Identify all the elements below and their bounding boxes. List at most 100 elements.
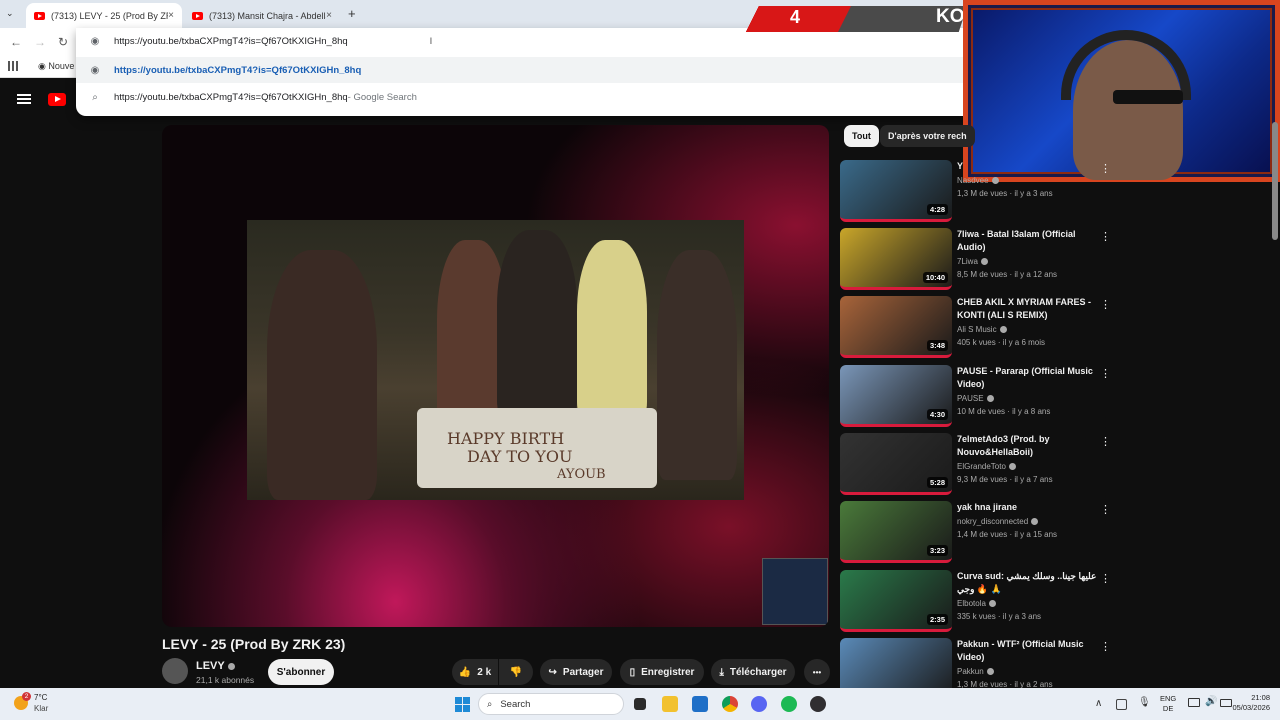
discord-icon[interactable] [751,696,767,712]
youtube-logo-icon[interactable] [48,93,66,106]
channel-avatar[interactable] [162,658,188,684]
suggestion-search[interactable]: ⌕ https://youtu.be/txbaCXPmgT4?is=Qf67Ot… [76,84,976,110]
recommendation-item[interactable]: 3:23 yak hna jirane nokry_disconnected 1,4 … [840,501,1111,563]
channel-name[interactable]: ElGrandeToto [957,462,1016,471]
recommendation-item[interactable]: 3:48 CHEB AKIL X MYRIAM FARES - KONTI (AL… [840,296,1111,358]
recommendation-item[interactable]: 4:28 Y Nasdvee 1,3 M de vues · il y a 3 ans… [840,160,1111,222]
scrollbar-thumb[interactable] [1272,122,1278,240]
forward-icon[interactable]: → [34,35,46,49]
apps-icon[interactable] [8,61,18,71]
channel-name[interactable]: Ali S Music [957,325,1007,334]
video-thumbnail[interactable]: 10:40 [840,228,952,290]
more-options-icon[interactable]: ⋮ [1100,572,1111,585]
video-title[interactable]: Y [957,160,1097,173]
close-tab-icon[interactable]: × [326,10,332,21]
share-button[interactable]: ↪ Partager [540,659,612,685]
channel-name[interactable]: nokry_disconnected [957,517,1039,526]
download-button[interactable]: ⤓ Télécharger [711,659,795,685]
clock[interactable]: 21:08 05/03/2026 [1226,693,1270,713]
recommendation-item[interactable]: 5:28 7elmetAdo3 (Prod. by Nouvo&HellaBoii… [840,433,1111,495]
chevron-up-icon[interactable]: ∧ [1095,698,1102,709]
microphone-icon[interactable]: 🎙 [1138,697,1151,708]
file-explorer-icon[interactable] [662,696,678,712]
verified-icon [988,600,996,608]
language-indicator[interactable]: ENG DE [1160,694,1176,714]
recommendation-item[interactable]: 10:40 7liwa - Batal l3alam (Official Audi… [840,228,1111,290]
video-thumbnail[interactable]: 3:23 [840,501,952,563]
chip-all[interactable]: Tout [844,125,879,147]
channel-watermark[interactable] [762,558,828,625]
taskbar-search[interactable]: ⌕ Search [478,693,624,715]
more-options-icon[interactable]: ⋮ [1100,435,1111,448]
network-icon[interactable] [1188,698,1200,707]
omnibox-input[interactable]: https://youtu.be/txbaCXPmgT4?is=Qf67OtKX… [114,36,348,47]
channel-name[interactable]: Elbotola [957,599,996,608]
subscribe-button[interactable]: S'abonner [268,659,334,685]
video-title[interactable]: 7liwa - Batal l3alam (Official Audio) [957,228,1097,254]
more-options-icon[interactable]: ⋮ [1100,162,1111,175]
store-icon[interactable] [692,696,708,712]
bookmark-item[interactable]: ◉ Nouve [38,61,74,72]
video-thumbnail[interactable]: 5:28 [840,433,952,495]
channel-name[interactable]: PAUSE [957,394,994,403]
video-duration: 3:48 [926,340,948,351]
video-thumbnail[interactable]: 2:35 [840,570,952,632]
task-view-icon[interactable] [634,698,646,710]
bookmark-icon: ▯ [629,666,636,678]
search-label: Search [500,698,531,710]
verified-icon [986,395,994,403]
chrome-icon[interactable] [722,696,738,712]
more-options-icon[interactable]: ⋮ [1100,298,1111,311]
tab-levy[interactable]: (7313) LEVY - 25 (Prod By ZRK 23) × [26,3,182,28]
tab-mansit-chajra[interactable]: (7313) Mansit Chajra - Abdellatif × [184,3,340,28]
volume-icon[interactable]: 🔊 [1205,696,1217,707]
tab-title: (7313) Mansit Chajra - Abdellatif [209,10,327,21]
suggestion-url[interactable]: ◉ https://youtu.be/txbaCXPmgT4?is=Qf67Ot… [76,57,976,83]
menu-icon[interactable] [17,94,31,104]
video-thumbnail[interactable]: 4:30 [840,365,952,427]
video-title[interactable]: Curva sud: عليها جينا.. وسلك يمشي 🔥 وجي … [957,570,1097,596]
spotify-icon[interactable] [781,696,797,712]
dislike-button[interactable]: 👎 [499,659,533,685]
video-title[interactable]: yak hna jirane [957,501,1097,514]
recommendation-item[interactable]: 4:30 PAUSE - Pararap (Official Music Vide… [840,365,1111,427]
suggestion-text: https://youtu.be/txbaCXPmgT4?is=Qf67OtKX… [114,91,348,103]
channel-name[interactable]: LEVY [196,660,235,672]
more-options-icon[interactable]: ⋮ [1100,230,1111,243]
tray-app-icon[interactable] [1116,699,1127,710]
video-thumbnail[interactable]: 4:28 [840,160,952,222]
weather-widget[interactable]: 2 7°C Klar [14,692,74,716]
channel-name[interactable]: Nasdvee [957,176,999,185]
video-title[interactable]: Pakkun - WTF² (Official Music Video) [957,638,1097,664]
more-actions-button[interactable]: ••• [804,659,830,685]
channel-name-text: ElGrandeToto [957,462,1006,471]
recommendation-item[interactable]: 2:35 Curva sud: عليها جينا.. وسلك يمشي 🔥 … [840,570,1111,632]
tab-search-button[interactable]: ⌄ [6,8,14,19]
clock-date: 05/03/2026 [1232,703,1270,712]
channel-name-text: Elbotola [957,599,986,608]
windows-start-icon[interactable] [455,697,470,712]
verified-icon [999,326,1007,334]
video-player[interactable]: HAPPY BIRTH DAY TO YOU AYOUB [162,125,829,627]
save-button[interactable]: ▯ Enregistrer [620,659,704,685]
video-title[interactable]: PAUSE - Pararap (Official Music Video) [957,365,1097,391]
more-options-icon[interactable]: ⋮ [1100,503,1111,516]
close-tab-icon[interactable]: × [168,10,174,21]
webcam-overlay [963,0,1280,182]
like-button[interactable]: 👍 2 k [452,659,498,685]
bookmark-label: Nouve [48,61,75,71]
globe-icon: ◉ [90,64,100,76]
channel-name[interactable]: 7Liwa [957,257,988,266]
video-title[interactable]: 7elmetAdo3 (Prod. by Nouvo&HellaBoii) [957,433,1097,459]
video-thumbnail[interactable]: 3:48 [840,296,952,358]
more-options-icon[interactable]: ⋮ [1100,640,1111,653]
back-icon[interactable]: ← [10,35,22,49]
chip-recommended[interactable]: D'après votre rech [880,125,975,147]
new-tab-button[interactable]: + [348,6,356,21]
more-options-icon[interactable]: ⋮ [1100,367,1111,380]
video-title[interactable]: CHEB AKIL X MYRIAM FARES - KONTI (ALI S … [957,296,1097,322]
channel-name[interactable]: Pakkun [957,667,994,676]
obs-icon[interactable] [810,696,826,712]
video-meta: 335 k vues · il y a 3 ans [957,612,1042,621]
reload-icon[interactable]: ↻ [58,35,68,49]
